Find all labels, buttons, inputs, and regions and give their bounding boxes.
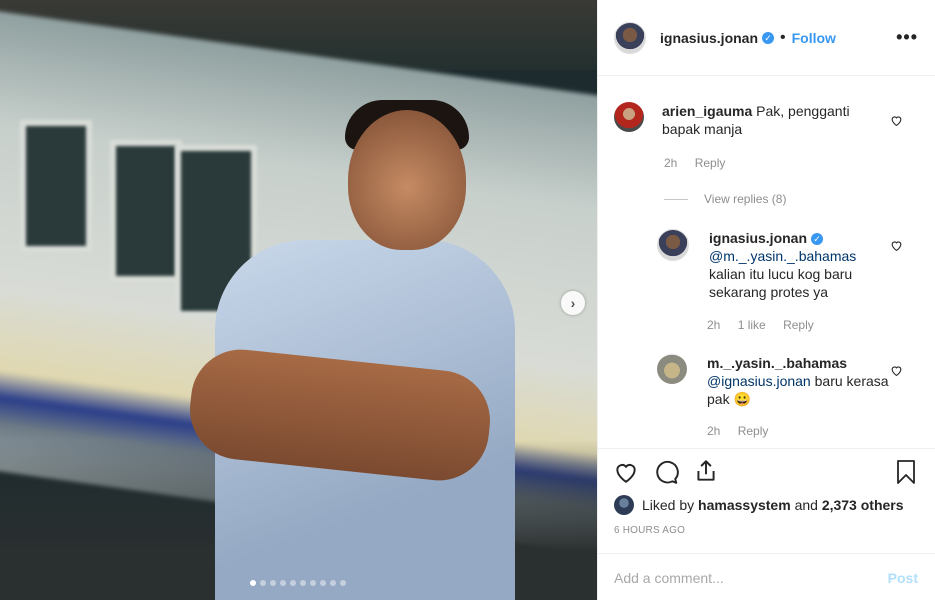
reply-likes[interactable]: 1 like [738,318,766,332]
reply-item: ignasius.jonan ✓ @m._.yasin._.bahamas kal… [657,229,894,301]
liked-by-prefix: Liked by [642,497,695,513]
post-photo: › [0,0,597,600]
carousel-dot [330,580,336,586]
reply-body: m._.yasin._.bahamas @ignasius.jonan baru… [707,354,892,408]
reply-meta: 2h Reply [707,424,782,438]
reply-avatar[interactable] [657,354,687,384]
comment-meta: 2h Reply [664,156,739,170]
verified-badge-icon: ✓ [762,31,775,44]
liked-by-count[interactable]: 2,373 others [822,497,904,513]
reply-avatar[interactable] [657,229,689,261]
carousel-dot [260,580,266,586]
carousel-indicator [250,580,346,586]
post-side-panel: ignasius.jonan ✓ • Follow ••• arien_igau… [597,0,935,600]
photo-train-window [110,140,182,282]
liked-by-user[interactable]: hamassystem [698,497,791,513]
post-timestamp[interactable]: 6 HOURS AGO [614,525,685,536]
reply-button[interactable]: Reply [783,318,814,332]
reply-button[interactable]: Reply [738,424,769,438]
post-actions-section: Liked by hamassystem and 2,373 others 6 … [598,448,935,600]
photo-train-window [20,120,92,252]
carousel-dot [270,580,276,586]
reply-username[interactable]: ignasius.jonan [709,230,807,246]
reply-mention[interactable]: @ignasius.jonan [707,373,811,389]
liker-avatar[interactable] [614,495,634,515]
comments-list[interactable]: arien_igauma Pak, pengganti bapak manja … [598,76,935,448]
carousel-dot [290,580,296,586]
likes-summary: Liked by hamassystem and 2,373 others [614,495,904,515]
add-comment-bar: Add a comment... Post [598,553,935,600]
post-header: ignasius.jonan ✓ • Follow ••• [598,0,935,76]
instagram-post-modal: › ignasius.jonan ✓ • Follow ••• arien_ig… [0,0,935,600]
comment-time: 2h [664,156,678,170]
reply-mention[interactable]: @m._.yasin._.bahamas [709,248,856,264]
follow-button[interactable]: Follow [792,30,836,46]
liked-by-middle: and [794,497,818,513]
carousel-dot [280,580,286,586]
comment-item: arien_igauma Pak, pengganti bapak manja [614,102,882,138]
header-separator: • [780,28,786,46]
reply-username[interactable]: m._.yasin._.bahamas [707,355,847,371]
carousel-dot [320,580,326,586]
chevron-right-icon: › [570,295,576,311]
commenter-avatar[interactable] [614,102,644,132]
like-reply-heart-icon[interactable] [890,364,903,377]
view-replies-line [664,198,688,200]
like-comment-heart-icon[interactable] [890,114,903,127]
comment-bubble-icon[interactable] [653,459,679,485]
more-options-icon[interactable]: ••• [896,27,918,48]
next-slide-button[interactable]: › [561,291,585,315]
reply-body: ignasius.jonan ✓ @m._.yasin._.bahamas kal… [709,229,894,301]
like-heart-icon[interactable] [613,459,639,485]
post-comment-button[interactable]: Post [888,570,918,586]
share-icon[interactable] [693,458,719,484]
carousel-dot [250,580,256,586]
reply-text: kalian itu lucu kog baru sekarang protes… [709,266,853,300]
carousel-dot [300,580,306,586]
photo-person-head [348,110,466,250]
add-comment-input[interactable]: Add a comment... [614,570,724,586]
reply-item: m._.yasin._.bahamas @ignasius.jonan baru… [657,354,892,408]
reply-time: 2h [707,424,721,438]
view-replies-button[interactable]: View replies (8) [664,192,786,206]
carousel-dot [340,580,346,586]
carousel-dot [310,580,316,586]
reply-time: 2h [707,318,721,332]
bookmark-icon[interactable] [894,459,918,485]
like-reply-heart-icon[interactable] [890,239,903,252]
comment-username[interactable]: arien_igauma [662,103,752,119]
reply-meta: 2h 1 like Reply [707,318,828,332]
view-replies-label: View replies (8) [704,192,787,206]
comment-body: arien_igauma Pak, pengganti bapak manja [662,102,882,138]
author-username[interactable]: ignasius.jonan [660,30,758,46]
verified-badge-icon: ✓ [811,233,824,246]
reply-button[interactable]: Reply [695,156,726,170]
smile-emoji-icon: 😀 [733,391,751,407]
author-avatar[interactable] [614,21,646,54]
